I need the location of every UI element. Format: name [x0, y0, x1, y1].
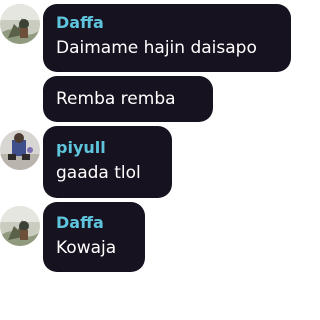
piyull-avatar[interactable] [0, 130, 40, 170]
message-text: Daimame hajin daisapo [56, 38, 257, 58]
message-text: Remba remba [56, 89, 176, 109]
message-text: gaada tlol [56, 163, 141, 183]
message-text: Kowaja [56, 238, 117, 258]
piyull-avatar-image [0, 130, 40, 170]
message-author[interactable]: Daffa [56, 13, 104, 33]
message-bubble[interactable]: Daffa Daimame hajin daisapo [43, 4, 291, 72]
message-bubble[interactable]: piyull gaada tlol [43, 126, 172, 198]
message-bubble[interactable]: Daffa Kowaja [43, 202, 145, 272]
daffa-avatar-image [0, 4, 40, 44]
daffa-avatar[interactable] [0, 206, 40, 246]
daffa-avatar-image [0, 206, 40, 246]
daffa-avatar[interactable] [0, 4, 40, 44]
message-bubble[interactable]: Remba remba [43, 76, 213, 122]
message-author[interactable]: piyull [56, 138, 106, 158]
message-author[interactable]: Daffa [56, 213, 104, 233]
